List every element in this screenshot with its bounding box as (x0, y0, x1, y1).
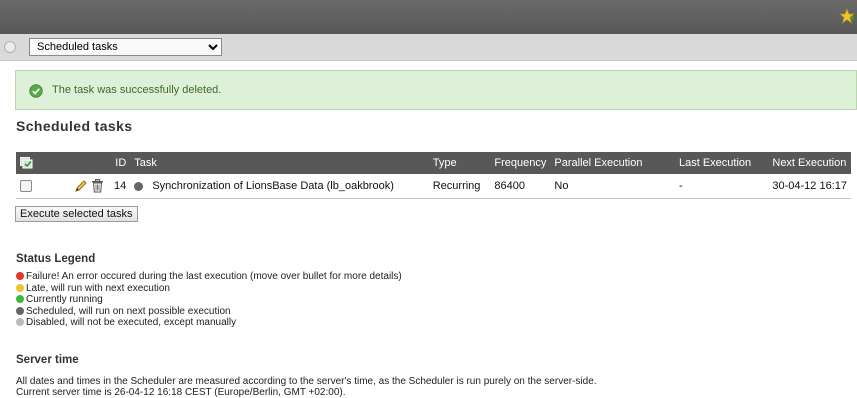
col-next-execution: Next Execution (768, 152, 851, 174)
failure-bullet-icon (16, 272, 24, 280)
legend-item-label: Currently running (26, 294, 103, 306)
table-header-row: ID Task Type Frequency Parallel Executio… (16, 152, 851, 174)
delete-trash-icon[interactable] (91, 179, 104, 193)
legend-item-label: Failure! An error occured during the las… (26, 271, 402, 282)
shortcut-icon[interactable] (4, 41, 16, 53)
col-id: ID (108, 152, 131, 174)
col-type: Type (428, 152, 491, 174)
legend-title: Status Legend (16, 253, 96, 265)
running-bullet-icon (16, 295, 24, 304)
top-toolbar (0, 0, 857, 34)
row-next-execution: 30-04-12 16:17 (768, 174, 851, 199)
toggle-all-header[interactable] (16, 152, 50, 174)
page-title: Scheduled tasks (16, 118, 133, 134)
success-text: The task was successfully deleted. (52, 84, 222, 96)
server-time-note: All dates and times in the Scheduler are… (16, 376, 597, 387)
row-frequency: 86400 (490, 174, 551, 199)
late-bullet-icon (16, 283, 24, 292)
bookmark-star-icon[interactable] (839, 8, 855, 24)
row-type: Recurring (428, 174, 491, 199)
legend-item-disabled: Disabled, will not be executed, except m… (16, 317, 402, 329)
legend-item-label: Late, will run with next execution (26, 282, 170, 294)
legend-item-late: Late, will run with next execution (16, 283, 402, 295)
status-scheduled-icon (134, 181, 144, 191)
server-time-current: Current server time is 26-04-12 16:18 CE… (16, 387, 346, 398)
legend-item-label: Scheduled, will run on next possible exe… (26, 305, 231, 317)
col-frequency: Frequency (490, 152, 551, 174)
table-row: 14 Synchronization of LionsBase Data (lb… (16, 174, 851, 199)
legend-item-label: Disabled, will not be executed, except m… (26, 317, 237, 329)
success-check-icon (29, 84, 43, 98)
success-message: The task was successfully deleted. (15, 70, 857, 110)
row-select-checkbox[interactable] (20, 180, 32, 193)
col-task: Task (130, 152, 429, 174)
row-id: 14 (108, 174, 131, 199)
row-parallel: No (550, 174, 675, 199)
row-last-execution: - (674, 174, 769, 199)
doc-header: Scheduled tasks (0, 34, 857, 61)
status-legend: Failure! An error occured during the las… (16, 271, 402, 329)
edit-pencil-icon[interactable] (74, 179, 88, 193)
legend-item-running: Currently running (16, 294, 402, 306)
col-last-execution: Last Execution (674, 152, 769, 174)
row-task-name: Synchronization of LionsBase Data (lb_oa… (152, 180, 394, 192)
scheduled-bullet-icon (16, 306, 24, 315)
col-parallel: Parallel Execution (550, 152, 675, 174)
module-function-select[interactable]: Scheduled tasks (29, 38, 222, 56)
legend-item-scheduled: Scheduled, will run on next possible exe… (16, 306, 402, 318)
disabled-bullet-icon (16, 318, 24, 327)
toggle-all-icon[interactable] (20, 157, 34, 169)
tasks-table: ID Task Type Frequency Parallel Executio… (16, 152, 851, 199)
server-time-title: Server time (16, 354, 79, 366)
execute-selected-button[interactable]: Execute selected tasks (15, 206, 138, 222)
legend-item-failure: Failure! An error occured during the las… (16, 271, 402, 283)
